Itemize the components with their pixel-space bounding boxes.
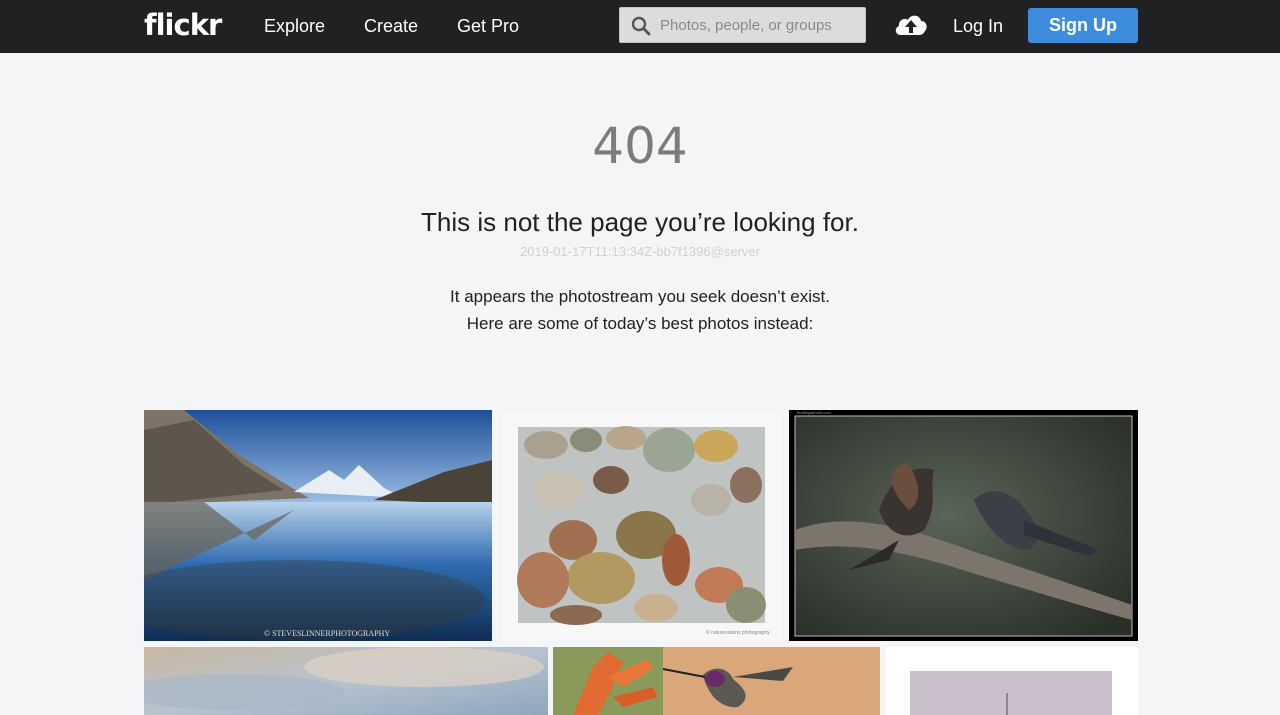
photo-mountain-lake[interactable]: © STEVESLINNERPHOTOGRAPHY	[144, 410, 492, 641]
nav-get-pro[interactable]: Get Pro	[457, 14, 519, 38]
error-message-line-1: It appears the photostream you seek does…	[450, 287, 830, 306]
search-box[interactable]	[619, 7, 866, 43]
error-trace-id: 2019-01-17T11:13:34Z-bb7f1396@server	[520, 244, 760, 259]
photo-hummingbird[interactable]	[553, 647, 880, 715]
search-icon	[631, 16, 651, 36]
photo-watermark-3: birdseyephoto.com	[797, 410, 831, 415]
login-link[interactable]: Log In	[953, 14, 1003, 38]
photo-pebbles[interactable]: © naturevisions photography	[501, 410, 782, 641]
photo-watermark-1: © STEVESLINNERPHOTOGRAPHY	[264, 629, 390, 638]
top-navigation-bar: flickr Explore Create Get Pro Log In Sig…	[0, 0, 1280, 53]
error-headline: This is not the page you’re looking for.	[421, 207, 859, 237]
error-message-line-2: Here are some of today’s best photos ins…	[466, 314, 814, 333]
upload-cloud-icon[interactable]	[893, 11, 929, 37]
photo-swallows[interactable]: birdseyephoto.com	[789, 410, 1138, 641]
error-code: 404	[592, 117, 688, 175]
search-input[interactable]	[660, 8, 860, 42]
nav-explore[interactable]: Explore	[264, 14, 325, 38]
photo-sky[interactable]	[144, 647, 548, 715]
nav-create[interactable]: Create	[364, 14, 418, 38]
photo-misty-tower[interactable]	[886, 647, 1138, 715]
signup-button[interactable]: Sign Up	[1028, 8, 1138, 43]
photo-watermark-2: © naturevisions photography	[706, 629, 770, 636]
flickr-logo[interactable]: flickr	[144, 6, 222, 44]
